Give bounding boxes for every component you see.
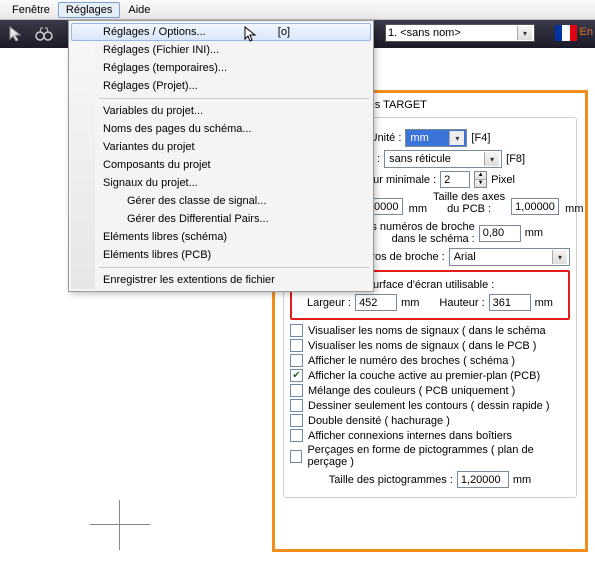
menu-help[interactable]: Aide	[120, 2, 158, 18]
mouse-pointer-icon	[244, 26, 258, 44]
menu-item-signal-classes[interactable]: Gérer des classe de signal...	[71, 192, 371, 210]
checkbox-icon[interactable]	[290, 354, 303, 367]
menu-item-temp[interactable]: Réglages (temporaires)...	[71, 59, 371, 77]
checkbox-label: Perçages en forme de pictogrammes ( plan…	[307, 444, 570, 468]
menu-window[interactable]: Fenêtre	[4, 2, 58, 18]
combo-value: 1. <sans nom>	[388, 27, 461, 39]
pixel-label: Pixel	[491, 174, 515, 186]
checkbox-row[interactable]: Visualiser les noms de signaux ( dans le…	[290, 339, 570, 352]
checkbox-row[interactable]: Dessiner seulement les contours ( dessin…	[290, 399, 570, 412]
separator	[99, 267, 369, 268]
checkbox-row[interactable]: Double densité ( hachurage )	[290, 414, 570, 427]
checkbox-icon[interactable]	[290, 339, 303, 352]
chevron-down-icon[interactable]: ▾	[449, 131, 464, 145]
menu-item-diff-pairs[interactable]: Gérer des Differential Pairs...	[71, 210, 371, 228]
name-combo[interactable]: 1. <sans nom> ▾	[385, 24, 535, 42]
minwidth-input[interactable]	[440, 171, 470, 188]
menu-item-signals[interactable]: Signaux du projet...	[71, 174, 371, 192]
checkbox-label: Double densité ( hachurage )	[308, 415, 450, 427]
checkbox-row[interactable]: Perçages en forme de pictogrammes ( plan…	[290, 444, 570, 468]
menu-item-options[interactable]: Réglages / Options... [o]	[71, 23, 371, 41]
axes-pcb-input[interactable]	[511, 198, 559, 215]
checkbox-icon[interactable]: ✔	[290, 369, 303, 382]
binoculars-icon[interactable]	[32, 22, 56, 46]
separator	[99, 98, 369, 99]
checkbox-label: Mélange des couleurs ( PCB uniquement )	[308, 385, 515, 397]
checkbox-icon[interactable]	[290, 414, 303, 427]
checkbox-label: Visualiser les noms de signaux ( dans le…	[308, 325, 546, 337]
checkbox-icon[interactable]	[290, 399, 303, 412]
pinnum-input[interactable]	[479, 225, 521, 242]
surface-title: Surface d'écran utilisable :	[366, 279, 495, 291]
height-input[interactable]	[489, 294, 531, 311]
menubar: Fenêtre Réglages Aide	[0, 0, 595, 20]
chevron-down-icon[interactable]: ▾	[484, 152, 499, 166]
settings-dropdown: Réglages / Options... [o] Réglages (Fich…	[68, 20, 374, 292]
checkbox-icon[interactable]	[290, 450, 302, 463]
checkbox-icon[interactable]	[290, 384, 303, 397]
checkbox-row[interactable]: Afficher le numéro des broches ( schéma …	[290, 354, 570, 367]
checkbox-row[interactable]: Afficher connexions internes dans boîtie…	[290, 429, 570, 442]
minwidth-spinner[interactable]: ▲▼	[474, 171, 487, 188]
menu-item-page-names[interactable]: Noms des pages du schéma...	[71, 120, 371, 138]
flag-france-icon[interactable]	[555, 25, 577, 41]
menu-item-free-pcb[interactable]: Eléments libres (PCB)	[71, 246, 371, 264]
checkbox-row[interactable]: ✔ Afficher la couche active au premier-pl…	[290, 369, 570, 382]
unit-label: Unité :	[370, 132, 402, 144]
checkbox-label: Afficher le numéro des broches ( schéma …	[308, 355, 515, 367]
axes-pcb-label: Taille des axes du PCB :	[433, 191, 505, 215]
picto-input[interactable]	[457, 471, 509, 488]
crosshair-cursor-icon	[90, 500, 150, 550]
checkbox-icon[interactable]	[290, 429, 303, 442]
width-label: Largeur :	[307, 297, 351, 309]
menu-item-variants[interactable]: Variantes du projet	[71, 138, 371, 156]
picto-label: Taille des pictogrammes :	[329, 474, 453, 486]
menu-settings[interactable]: Réglages	[58, 2, 120, 18]
menu-item-components[interactable]: Composants du projet	[71, 156, 371, 174]
checkbox-row[interactable]: Mélange des couleurs ( PCB uniquement )	[290, 384, 570, 397]
menu-item-free-sch[interactable]: Eléments libres (schéma)	[71, 228, 371, 246]
chevron-down-icon[interactable]: ▾	[552, 250, 567, 264]
width-input[interactable]	[355, 294, 397, 311]
language-code[interactable]: En	[580, 26, 593, 38]
checkbox-label: Afficher la couche active au premier-pla…	[308, 370, 540, 382]
checkbox-icon[interactable]	[290, 324, 303, 337]
cursor-icon[interactable]	[4, 22, 28, 46]
cursor-shortcut: [F8]	[506, 153, 525, 165]
checkbox-label: Visualiser les noms de signaux ( dans le…	[308, 340, 536, 352]
menu-item-project-settings[interactable]: Réglages (Projet)...	[71, 77, 371, 95]
chevron-down-icon[interactable]: ▾	[517, 26, 532, 40]
unit-shortcut: [F4]	[471, 132, 490, 144]
cursor-select[interactable]: sans réticule ▾	[384, 150, 502, 168]
height-label: Hauteur :	[439, 297, 484, 309]
checkbox-label: Afficher connexions internes dans boîtie…	[308, 430, 512, 442]
unit-select[interactable]: mm ▾	[405, 129, 467, 147]
menu-item-ini[interactable]: Réglages (Fichier INI)...	[71, 41, 371, 59]
menu-item-project-vars[interactable]: Variables du projet...	[71, 102, 371, 120]
font-select[interactable]: Arial ▾	[449, 248, 570, 266]
menu-item-register-ext[interactable]: Enregistrer les extentions de fichier	[71, 271, 371, 289]
checkbox-label: Dessiner seulement les contours ( dessin…	[308, 400, 550, 412]
checkbox-row[interactable]: Visualiser les noms de signaux ( dans le…	[290, 324, 570, 337]
